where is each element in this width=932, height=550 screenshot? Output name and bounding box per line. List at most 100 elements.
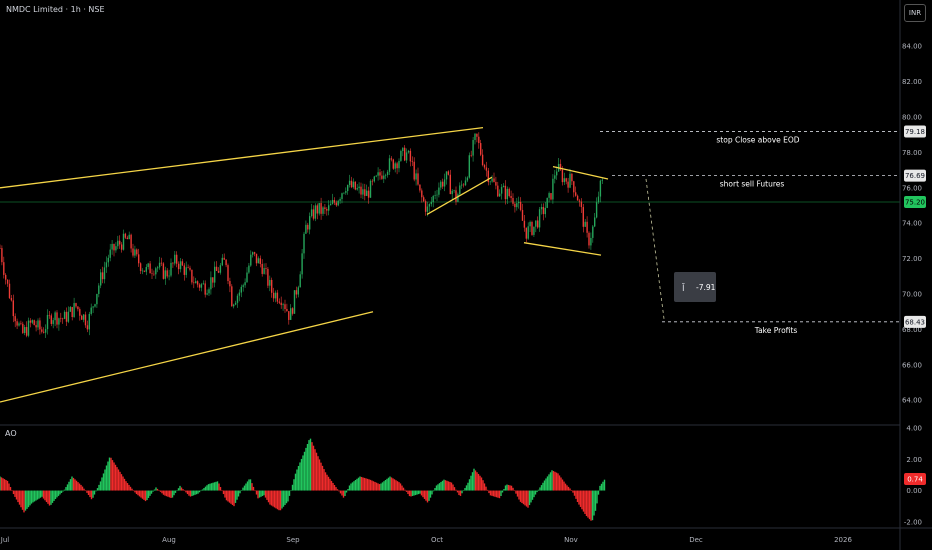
candle	[358, 182, 360, 194]
candle-body	[519, 201, 522, 210]
candle	[442, 178, 444, 190]
ao-bar	[384, 480, 387, 491]
ao-bar	[90, 490, 93, 500]
candle	[113, 243, 115, 257]
candle-body	[535, 220, 537, 227]
candle	[37, 318, 39, 331]
ao-bar	[200, 490, 202, 492]
ao-bar	[500, 490, 502, 497]
ao-bar	[554, 471, 556, 491]
candle	[77, 306, 79, 312]
ao-bar	[171, 490, 174, 498]
ao-bar	[563, 481, 565, 491]
candle	[506, 186, 508, 205]
ao-bar	[392, 478, 394, 491]
candle-body	[240, 286, 242, 293]
candle-body	[98, 285, 100, 294]
ao-bar	[393, 479, 396, 491]
ao-bar	[593, 490, 595, 516]
candle-body	[314, 205, 317, 219]
ao-bar	[356, 478, 358, 491]
candle	[255, 253, 258, 267]
ao-bar	[402, 487, 405, 491]
candle-body	[215, 266, 218, 271]
candle-body	[65, 311, 68, 322]
candle-body	[174, 254, 176, 264]
price-tick-label: 74.00	[902, 220, 922, 228]
candle	[195, 277, 197, 284]
candle-body	[138, 254, 140, 264]
candle-body	[485, 167, 488, 171]
candle	[35, 320, 37, 332]
ao-bar	[258, 490, 261, 498]
candle	[179, 258, 182, 273]
candle	[286, 303, 288, 312]
candle	[81, 314, 83, 320]
ao-bar	[0, 477, 3, 491]
target-path[interactable]	[645, 178, 665, 319]
candle	[508, 187, 510, 198]
candle	[474, 133, 476, 145]
candle-body	[107, 257, 109, 263]
candle-body	[214, 266, 216, 283]
candle	[424, 199, 427, 216]
ao-bar	[528, 490, 531, 506]
candle-body	[151, 273, 153, 274]
candle	[46, 309, 49, 335]
ao-bar	[540, 485, 543, 491]
candle	[174, 250, 176, 266]
candle	[523, 215, 526, 232]
candle	[333, 197, 336, 206]
candle-body	[523, 220, 526, 228]
candle	[252, 251, 254, 258]
candle	[126, 235, 128, 240]
measure-box[interactable]: Ī -7.91	[674, 272, 716, 302]
candle	[82, 313, 85, 323]
ao-bar	[533, 490, 535, 498]
candle	[231, 284, 233, 307]
candle-body	[54, 312, 56, 321]
candle	[348, 174, 351, 188]
ao-bar	[273, 490, 276, 508]
ao-bar	[135, 490, 138, 495]
candle	[200, 282, 203, 292]
candle-body	[367, 190, 370, 198]
candle	[320, 197, 322, 220]
price-label: 79.18	[905, 128, 925, 136]
ao-bar	[360, 476, 363, 491]
candle-body	[480, 143, 482, 155]
ao-bar	[564, 483, 567, 491]
candle	[354, 181, 356, 191]
ao-bar	[497, 490, 499, 498]
candle	[50, 313, 52, 327]
candle	[215, 261, 218, 272]
channel-lower-trendline[interactable]	[0, 311, 374, 403]
ao-bar	[30, 490, 33, 504]
candle	[168, 269, 170, 281]
price-pane[interactable]: stop Close above EOD short sell Futures Ta…	[0, 127, 900, 403]
ao-bar	[195, 490, 198, 495]
candle	[402, 147, 404, 157]
candle	[468, 152, 470, 179]
ao-bar	[120, 474, 123, 491]
ao-bar	[503, 488, 505, 491]
wedge-upper-trendline[interactable]	[552, 165, 609, 180]
candle	[122, 229, 125, 251]
ao-bar	[288, 490, 291, 496]
candle-body	[578, 200, 581, 202]
candle-body	[50, 315, 52, 324]
ao-bar	[443, 479, 445, 491]
ao-bar	[260, 490, 262, 497]
ao-bar	[327, 476, 330, 491]
candle-body	[580, 201, 583, 208]
candle-body	[208, 289, 210, 294]
candle	[233, 303, 235, 309]
candle-body	[379, 172, 381, 176]
ao-pane[interactable]	[0, 438, 606, 521]
candle-body	[527, 226, 529, 239]
ao-bar	[462, 490, 465, 492]
ao-bar	[38, 490, 40, 499]
candle-body	[373, 176, 375, 182]
ao-bar	[602, 481, 604, 491]
chart-canvas[interactable]: stop Close above EOD short sell Futures Ta…	[0, 0, 932, 550]
